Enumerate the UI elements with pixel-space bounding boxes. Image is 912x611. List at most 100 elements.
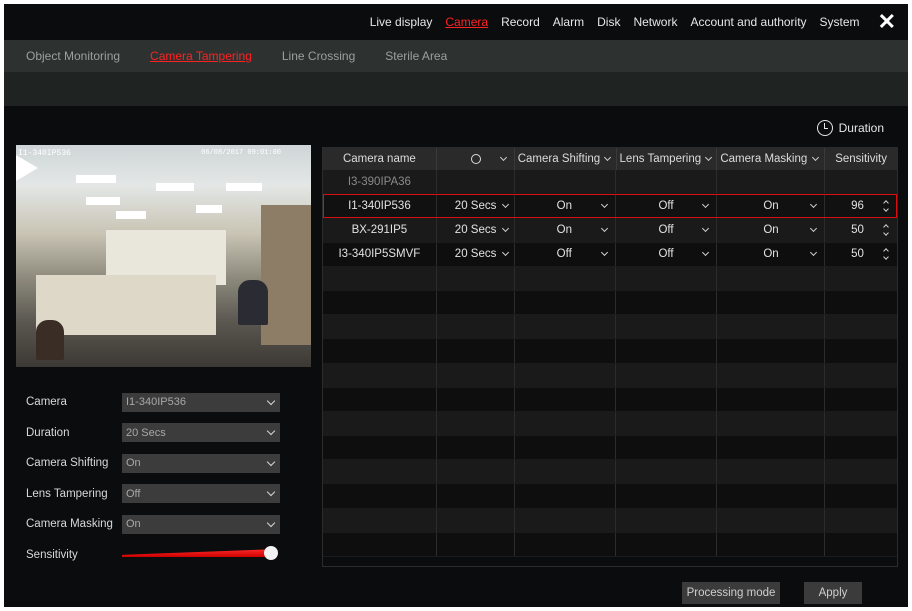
spinner-icon[interactable] xyxy=(881,199,891,213)
chevron-down-icon xyxy=(601,224,609,233)
sensitivity-cell[interactable]: 50 xyxy=(825,243,897,266)
shifting-value: On xyxy=(556,199,572,212)
lens-cell[interactable]: Off xyxy=(616,194,718,218)
chevron-down-icon xyxy=(702,224,710,233)
chevron-down-icon xyxy=(601,200,609,208)
camera-preview: I1-340IP536 06/08/2017 09:01:00 xyxy=(16,145,311,367)
header-camera-shifting[interactable]: Camera Shifting xyxy=(515,148,617,170)
camera-name-cell: I3-340IP5SMVF xyxy=(323,242,437,266)
table-row[interactable]: BX-291IP5 20 Secs On Off On 50 xyxy=(323,218,897,243)
shifting-cell[interactable]: Off xyxy=(515,242,617,266)
lens-value: Off xyxy=(658,199,674,212)
nav-system[interactable]: System xyxy=(820,15,860,29)
table-row-empty xyxy=(323,363,897,388)
play-icon[interactable] xyxy=(16,155,38,181)
lens-tampering-value: Off xyxy=(126,487,141,500)
sensitivity-cell[interactable]: 50 xyxy=(825,218,897,241)
duration-button-label: Duration xyxy=(838,121,884,135)
table-row-empty xyxy=(323,266,897,291)
top-navigation: Live display Camera Record Alarm Disk Ne… xyxy=(4,4,908,40)
lens-tampering-label: Lens Tampering xyxy=(26,487,108,500)
header-camera-masking[interactable]: Camera Masking xyxy=(717,148,826,170)
table-row-empty xyxy=(323,508,897,533)
table-row[interactable]: I3-390IPA36 xyxy=(323,170,897,195)
sensitivity-value: 50 xyxy=(851,248,864,261)
lens-cell[interactable]: Off xyxy=(616,218,718,242)
sensitivity-slider-handle[interactable] xyxy=(264,546,278,561)
settings-form: Camera I1-340IP536 Duration 20 Secs Came… xyxy=(26,387,286,570)
duration-cell[interactable]: 20 Secs xyxy=(437,218,515,242)
duration-cell[interactable]: 20 Secs xyxy=(437,194,515,218)
header-lens-tampering-label: Lens Tampering xyxy=(619,153,702,165)
chevron-down-icon xyxy=(266,488,276,497)
preview-timestamp: 06/08/2017 09:01:00 xyxy=(201,149,281,157)
table-row[interactable]: I3-340IP5SMVF 20 Secs Off Off On 50 xyxy=(323,242,897,267)
nav-camera[interactable]: Camera xyxy=(445,15,488,29)
camera-shifting-select[interactable]: On xyxy=(122,453,280,473)
camera-tampering-window: Live display Camera Record Alarm Disk Ne… xyxy=(4,4,908,607)
duration-label: Duration xyxy=(26,426,70,439)
masking-cell[interactable]: On xyxy=(717,194,826,218)
header-duration[interactable] xyxy=(437,148,515,170)
camera-label: Camera xyxy=(26,396,67,409)
lens-cell[interactable]: Off xyxy=(616,242,718,266)
tab-camera-tampering[interactable]: Camera Tampering xyxy=(150,49,252,63)
spinner-icon[interactable] xyxy=(881,223,891,237)
sensitivity-slider[interactable] xyxy=(122,545,280,564)
duration-value: 20 Secs xyxy=(454,248,497,261)
lens-tampering-select[interactable]: Off xyxy=(122,484,280,504)
duration-button[interactable]: Duration xyxy=(816,120,884,136)
duration-select-value: 20 Secs xyxy=(126,426,166,439)
nav-disk[interactable]: Disk xyxy=(597,15,620,29)
tab-line-crossing[interactable]: Line Crossing xyxy=(282,49,355,63)
shifting-cell[interactable]: On xyxy=(515,218,617,242)
header-lens-tampering[interactable]: Lens Tampering xyxy=(617,148,718,170)
nav-record[interactable]: Record xyxy=(501,15,540,29)
tab-sterile-area[interactable]: Sterile Area xyxy=(385,49,447,63)
camera-masking-select[interactable]: On xyxy=(122,514,280,534)
chevron-down-icon xyxy=(810,200,818,208)
header-camera-name: Camera name xyxy=(323,148,437,170)
duration-select[interactable]: 20 Secs xyxy=(122,423,280,443)
sensitivity-value: 50 xyxy=(851,223,864,236)
preview-desk xyxy=(36,275,216,335)
sensitivity-cell xyxy=(825,170,897,193)
sensitivity-cell[interactable]: 96 xyxy=(825,194,897,217)
masking-value: On xyxy=(763,223,779,236)
camera-shifting-row: Camera Shifting On xyxy=(26,448,286,479)
spinner-icon[interactable] xyxy=(881,247,891,261)
header-camera-shifting-label: Camera Shifting xyxy=(517,153,601,165)
processing-mode-button[interactable]: Processing mode xyxy=(682,582,780,604)
shifting-cell[interactable]: On xyxy=(515,194,617,218)
chevron-down-icon xyxy=(702,200,710,208)
camera-shifting-value: On xyxy=(126,457,141,470)
apply-button[interactable]: Apply xyxy=(804,582,862,604)
duration-cell[interactable]: 20 Secs xyxy=(437,242,515,266)
close-icon[interactable]: ✕ xyxy=(878,11,896,33)
tab-object-monitoring[interactable]: Object Monitoring xyxy=(26,49,120,63)
masking-cell[interactable]: On xyxy=(717,242,826,266)
chevron-down-icon xyxy=(810,249,818,257)
preview-person xyxy=(238,280,268,325)
sensitivity-row: Sensitivity xyxy=(26,540,286,571)
masking-cell[interactable]: On xyxy=(717,218,826,242)
ceiling-light xyxy=(86,197,120,205)
nav-alarm[interactable]: Alarm xyxy=(553,15,584,29)
chevron-down-icon xyxy=(266,457,276,466)
sensitivity-label: Sensitivity xyxy=(26,548,78,561)
table-row-empty xyxy=(323,460,897,485)
camera-select[interactable]: I1-340IP536 xyxy=(122,392,280,412)
nav-account-authority[interactable]: Account and authority xyxy=(690,15,806,29)
chevron-down-icon xyxy=(266,518,276,527)
masking-value: On xyxy=(763,248,779,261)
masking-value: On xyxy=(763,199,779,212)
nav-network[interactable]: Network xyxy=(633,15,677,29)
lens-value: Off xyxy=(658,248,674,261)
table-row-empty xyxy=(323,436,897,461)
nav-live-display[interactable]: Live display xyxy=(370,15,433,29)
lens-tampering-row: Lens Tampering Off xyxy=(26,479,286,510)
table-row-selected[interactable]: I1-340IP536 20 Secs On Off On 96 xyxy=(323,194,897,219)
header-camera-masking-label: Camera Masking xyxy=(720,153,808,165)
sensitivity-value: 96 xyxy=(851,199,864,212)
camera-name-cell: I3-390IPA36 xyxy=(323,170,437,194)
